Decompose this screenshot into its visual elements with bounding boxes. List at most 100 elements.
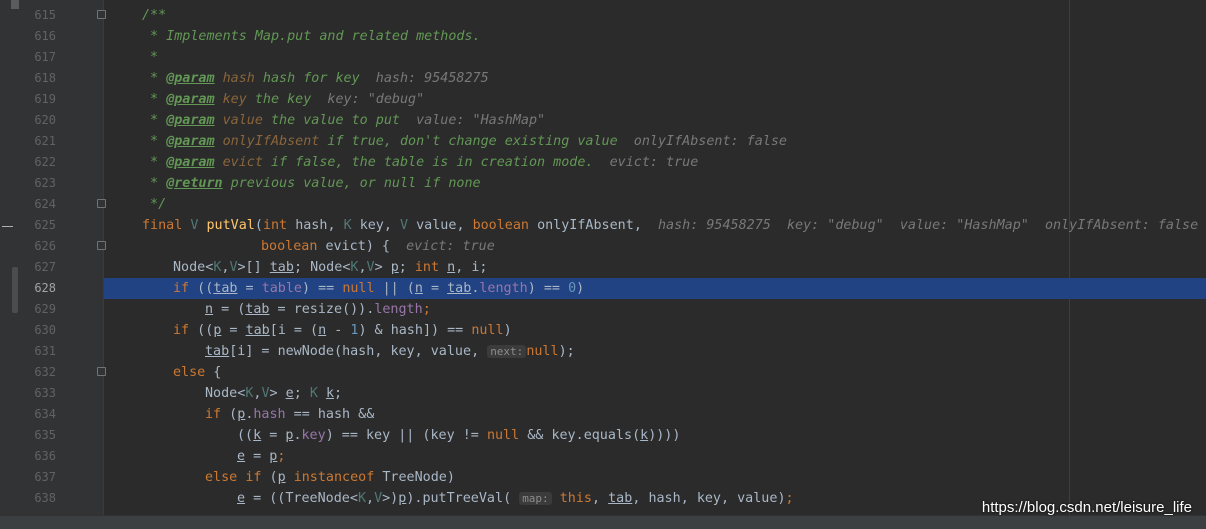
fold-icon[interactable] <box>97 241 106 250</box>
local-var: k <box>640 428 649 443</box>
line-number: 624 <box>34 197 56 211</box>
code-line[interactable]: 634 if (p.hash == hash && <box>0 404 1206 425</box>
doc-comment: */ <box>142 197 167 212</box>
local-var: tab <box>447 281 472 296</box>
keyword: if <box>173 323 190 338</box>
code-line[interactable]: 621 * @param onlyIfAbsent if true, don't… <box>0 131 1206 152</box>
code-line[interactable]: 616 * Implements Map.put and related met… <box>0 26 1206 47</box>
type-param: V <box>229 260 238 275</box>
code-text[interactable]: * @param onlyIfAbsent if true, don't cha… <box>142 131 787 152</box>
code-text[interactable]: final V putVal(int hash, K key, V value,… <box>142 215 1198 236</box>
line-number: 625 <box>34 218 56 232</box>
local-var: p <box>277 470 286 485</box>
line-number: 621 <box>34 134 56 148</box>
code-line[interactable]: 619 * @param key the key key: "debug" <box>0 89 1206 110</box>
method-call: equals <box>583 428 633 443</box>
code-text[interactable]: * @param evict if false, the table is in… <box>142 152 698 173</box>
javadoc-param-name: onlyIfAbsent <box>222 134 320 149</box>
fold-icon[interactable] <box>97 10 106 19</box>
fold-icon[interactable] <box>97 199 106 208</box>
code-text[interactable]: ((k = p.key) == key || (key != null && k… <box>237 425 680 446</box>
code-line[interactable]: 631 tab[i] = newNode(hash, key, value, n… <box>0 341 1206 362</box>
code-text[interactable]: e = ((TreeNode<K,V>)p).putTreeVal( map: … <box>237 488 794 509</box>
field: length <box>479 281 528 296</box>
keyword: else <box>205 470 238 485</box>
number-literal: 0 <box>568 281 577 296</box>
code-text[interactable]: * <box>142 47 158 68</box>
identifier: key <box>430 428 455 443</box>
local-var: p <box>213 323 222 338</box>
current-execution-line[interactable]: 628 if ((tab = table) == null || (n = ta… <box>0 278 1206 299</box>
method-name: putVal <box>206 218 255 233</box>
keyword: if <box>245 470 262 485</box>
code-line[interactable]: 632 else { <box>0 362 1206 383</box>
identifier: key <box>366 428 391 443</box>
code-text[interactable]: Node<K,V>[] tab; Node<K,V> p; int n, i; <box>173 257 487 278</box>
code-line[interactable]: 635 ((k = p.key) == key || (key != null … <box>0 425 1206 446</box>
code-line[interactable]: 625 final V putVal(int hash, K key, V va… <box>0 215 1206 236</box>
code-text[interactable]: if ((tab = table) == null || (n = tab.le… <box>173 278 584 299</box>
code-line[interactable]: 623 * @return previous value, or null if… <box>0 173 1206 194</box>
code-text[interactable]: * @return previous value, or null if non… <box>142 173 481 194</box>
code-text[interactable]: /** <box>142 5 166 26</box>
code-text[interactable]: * @param hash hash for key hash: 9545827… <box>142 68 489 89</box>
method-call: resize <box>293 302 343 317</box>
code-line[interactable]: 618 * @param hash hash for key hash: 954… <box>0 68 1206 89</box>
type-param: K <box>350 260 359 275</box>
code-text[interactable]: boolean evict) { evict: true <box>261 236 495 257</box>
local-var: tab <box>205 344 230 359</box>
javadoc-tag: @param <box>166 92 215 107</box>
line-number: 627 <box>34 260 56 274</box>
code-line[interactable]: 637 else if (p instanceof TreeNode) <box>0 467 1206 488</box>
line-number: 615 <box>34 8 56 22</box>
code-line[interactable]: 624 */ <box>0 194 1206 215</box>
code-line[interactable]: 633 Node<K,V> e; K k; <box>0 383 1206 404</box>
code-line[interactable]: 626 boolean evict) { evict: true <box>0 236 1206 257</box>
code-text[interactable]: * @param value the value to put value: "… <box>142 110 545 131</box>
code-text[interactable]: else if (p instanceof TreeNode) <box>205 467 455 488</box>
code-text[interactable]: * Implements Map.put and related methods… <box>142 26 481 47</box>
type-param: K <box>309 386 318 401</box>
watermark-text: https://blog.csdn.net/leisure_life <box>981 499 1192 516</box>
fold-icon[interactable] <box>97 367 106 376</box>
code-line[interactable]: 630 if ((p = tab[i = (n - 1) & hash]) ==… <box>0 320 1206 341</box>
code-line[interactable]: 622 * @param evict if false, the table i… <box>0 152 1206 173</box>
code-line[interactable]: 617 * <box>0 47 1206 68</box>
code-line[interactable]: 615 /** <box>0 5 1206 26</box>
code-line[interactable]: 636 e = p; <box>0 446 1206 467</box>
doc-comment: * <box>142 155 167 170</box>
parameter-hint: map: <box>519 492 552 505</box>
type-param: V <box>261 386 270 401</box>
code-line[interactable]: 627 Node<K,V>[] tab; Node<K,V> p; int n,… <box>0 257 1206 278</box>
code-editor[interactable]: 615 /** 616 * Implements Map.put and rel… <box>0 0 1206 515</box>
code-text[interactable]: tab[i] = newNode(hash, key, value, next:… <box>205 341 575 362</box>
code-text[interactable]: e = p; <box>237 446 285 467</box>
identifier: key <box>551 428 576 443</box>
doc-comment <box>215 113 223 128</box>
local-var: p <box>390 260 399 275</box>
identifier: hash <box>317 407 351 422</box>
code-text[interactable]: n = (tab = resize()).length; <box>205 299 431 320</box>
type-param: V <box>366 260 375 275</box>
code-text[interactable]: if (p.hash == hash && <box>205 404 374 425</box>
doc-comment: * <box>142 50 159 65</box>
line-number: 632 <box>34 365 56 379</box>
javadoc-tag: @param <box>166 155 215 170</box>
field: key <box>301 428 326 443</box>
code-line[interactable]: 629 n = (tab = resize()).length; <box>0 299 1206 320</box>
javadoc-tag: @return <box>166 176 223 191</box>
line-number: 633 <box>34 386 56 400</box>
keyword: this <box>559 491 592 506</box>
line-number: 637 <box>34 470 56 484</box>
keyword: null <box>471 323 504 338</box>
line-number: 623 <box>34 176 56 190</box>
code-text[interactable]: Node<K,V> e; K k; <box>205 383 342 404</box>
class-name: Node <box>310 260 343 275</box>
code-line[interactable]: 620 * @param value the value to put valu… <box>0 110 1206 131</box>
debug-inline-value: value: "HashMap" <box>400 113 546 128</box>
code-text[interactable]: */ <box>142 194 166 215</box>
code-text[interactable]: else { <box>173 362 221 383</box>
keyword: if <box>173 281 190 296</box>
code-text[interactable]: if ((p = tab[i = (n - 1) & hash]) == nul… <box>173 320 512 341</box>
code-text[interactable]: * @param key the key key: "debug" <box>142 89 424 110</box>
